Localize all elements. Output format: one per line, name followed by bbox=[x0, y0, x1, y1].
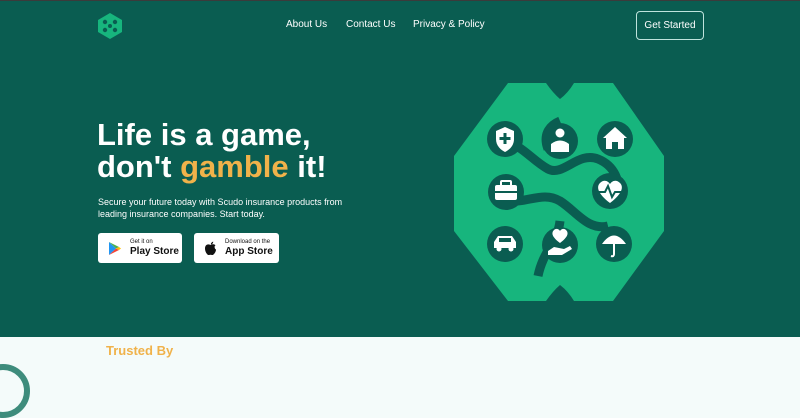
umbrella-icon bbox=[596, 226, 632, 262]
car-icon bbox=[487, 226, 523, 262]
person-icon bbox=[542, 123, 578, 159]
headline-accent: gamble bbox=[180, 149, 289, 184]
trusted-by-heading: Trusted By bbox=[106, 343, 174, 358]
play-store-small-text: Get it on bbox=[130, 239, 153, 245]
hero-subtitle: Secure your future today with Scudo insu… bbox=[98, 197, 343, 219]
app-store-button[interactable]: Download on the App Store bbox=[194, 233, 279, 263]
play-store-button[interactable]: Get it on Play Store bbox=[98, 233, 182, 263]
google-play-icon bbox=[109, 241, 121, 255]
scudo-logo-icon[interactable] bbox=[96, 12, 124, 40]
headline-pre: don't bbox=[97, 149, 181, 184]
play-store-label: Play Store bbox=[130, 246, 179, 257]
headline-line-1: Life is a game, bbox=[97, 117, 311, 152]
apple-icon bbox=[205, 241, 216, 255]
insurance-illustration bbox=[454, 83, 664, 301]
heartbeat-icon bbox=[592, 173, 628, 209]
app-store-small-text: Download on the bbox=[225, 239, 271, 245]
headline-post: it! bbox=[288, 149, 327, 184]
app-store-label: App Store bbox=[225, 246, 273, 257]
briefcase-icon bbox=[488, 174, 524, 210]
nav-about-us[interactable]: About Us bbox=[286, 19, 327, 30]
get-started-button[interactable]: Get Started bbox=[636, 11, 704, 40]
nav-privacy-policy[interactable]: Privacy & Policy bbox=[413, 19, 485, 30]
hand-heart-icon bbox=[542, 227, 578, 263]
house-icon bbox=[597, 121, 633, 157]
hero-section: About Us Contact Us Privacy & Policy Get… bbox=[0, 0, 800, 337]
hero-headline: Life is a game, don't gamble it! bbox=[97, 119, 327, 183]
nav-contact-us[interactable]: Contact Us bbox=[346, 19, 395, 30]
shield-plus-icon bbox=[487, 121, 523, 157]
